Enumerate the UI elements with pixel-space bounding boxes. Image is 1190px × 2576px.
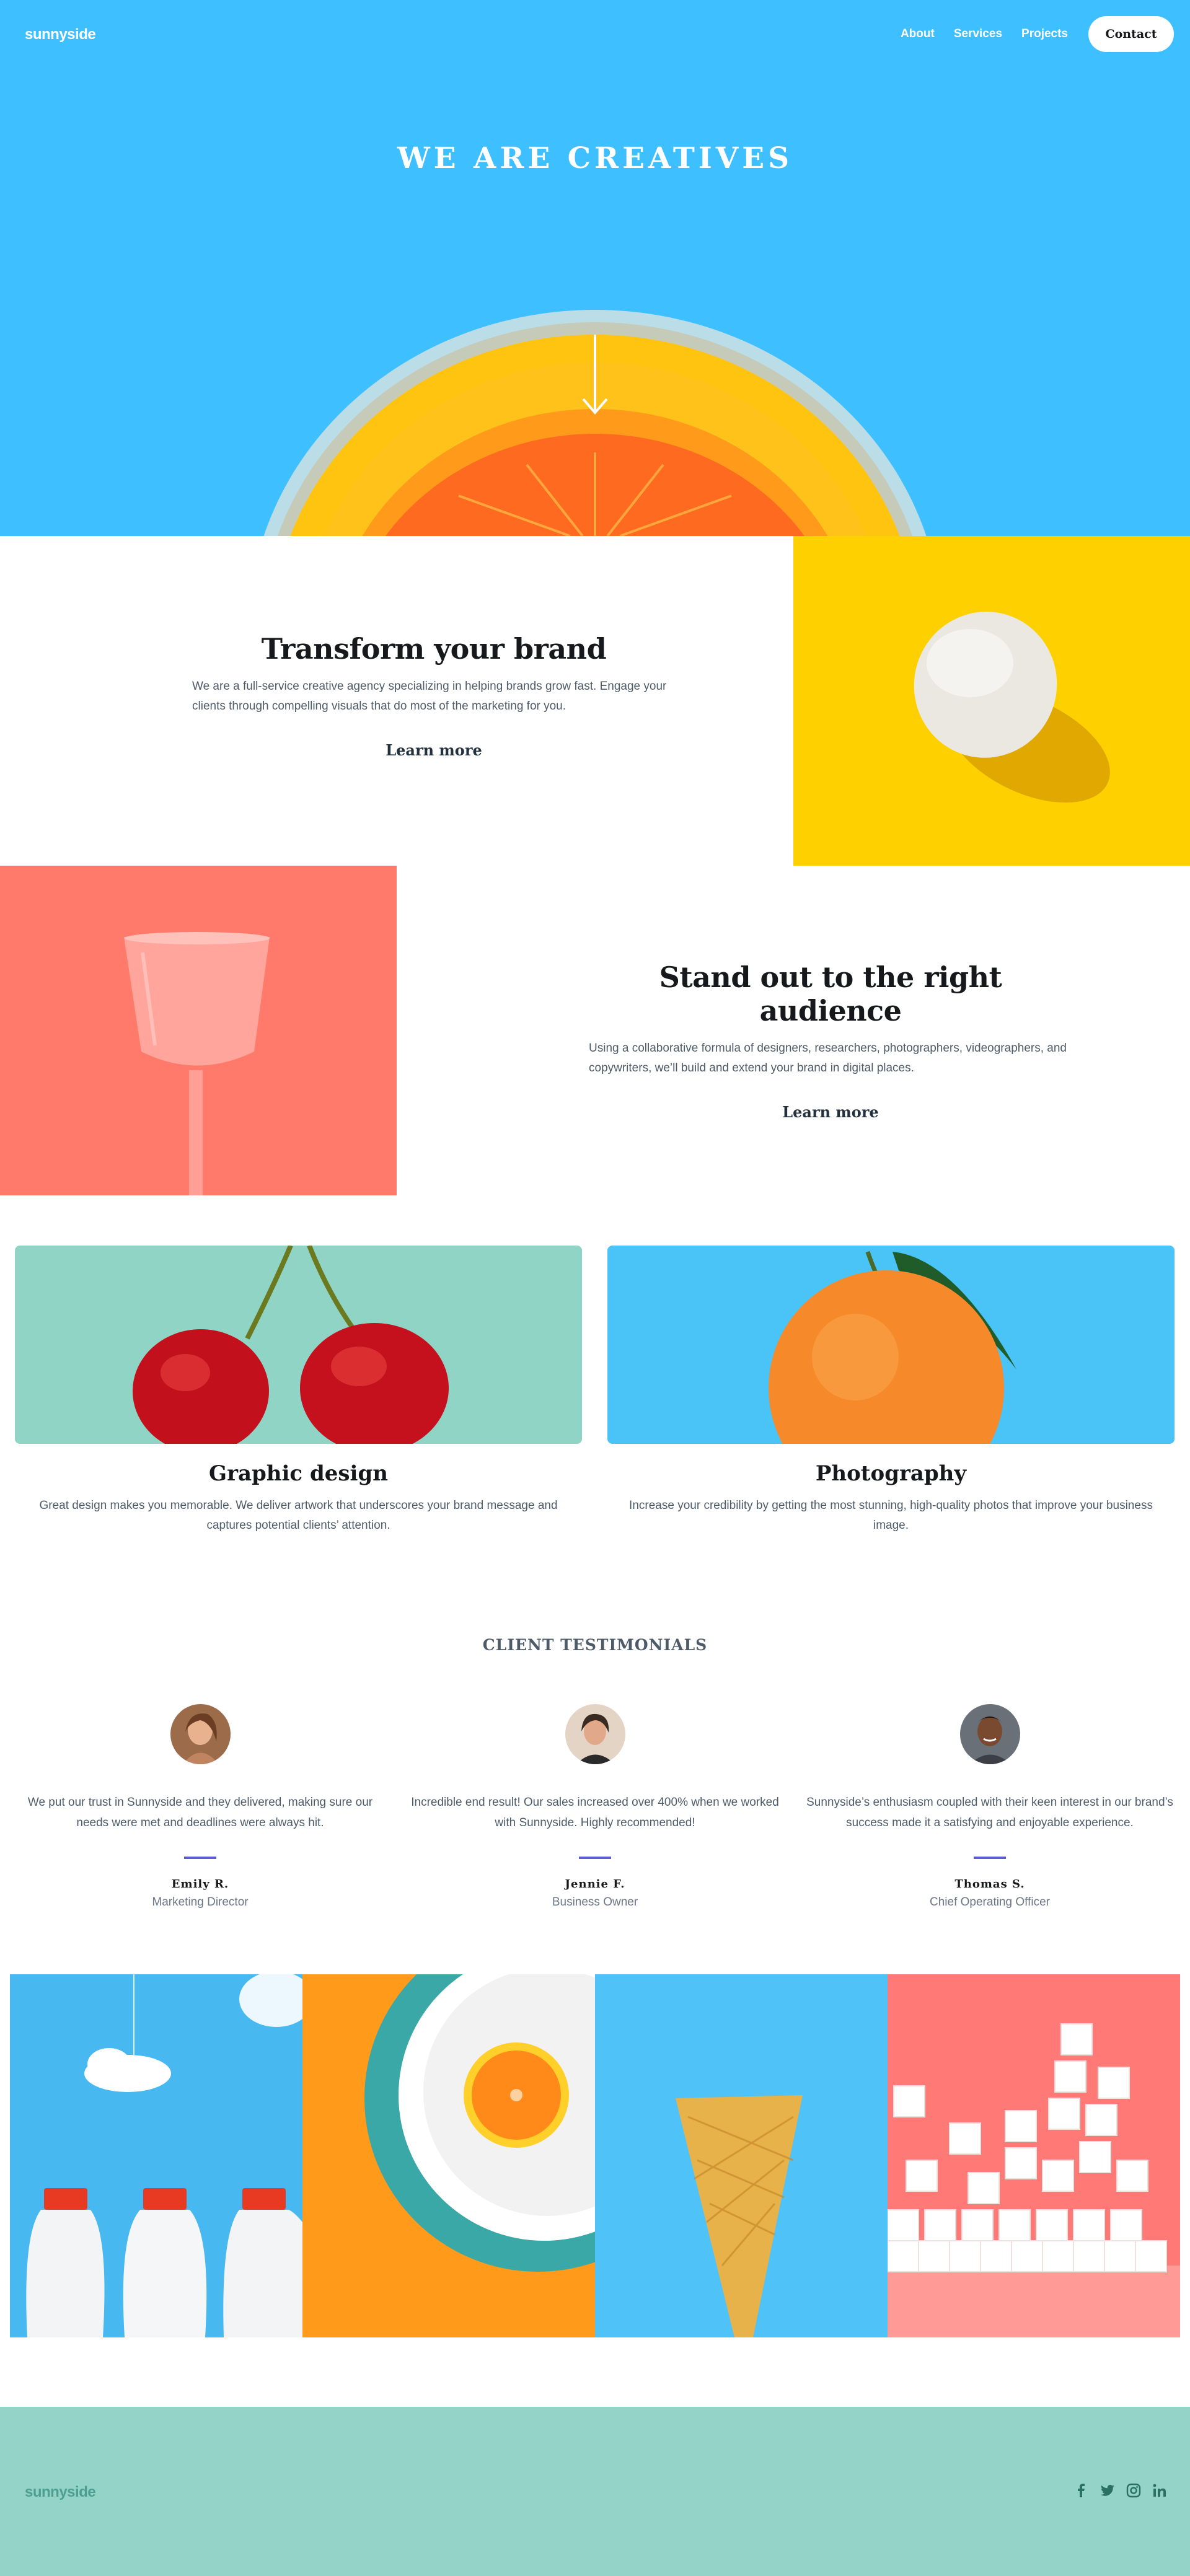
twitter-icon[interactable] <box>1100 2482 1116 2499</box>
testimonial-role: Business Owner <box>552 1896 638 1909</box>
photography-text: Increase your credibility by getting the… <box>629 1499 1153 1532</box>
orange-image <box>607 1246 1175 1444</box>
transform-title: Transform your brand <box>261 632 607 666</box>
divider <box>184 1857 216 1859</box>
photography-title: Photography <box>815 1461 967 1486</box>
graphic-design-title: Graphic design <box>209 1461 388 1486</box>
testimonials-heading: CLIENT TESTIMONIALS <box>482 1636 708 1654</box>
standout-learn-more-link[interactable]: Learn more <box>782 1103 878 1121</box>
facebook-icon[interactable] <box>1073 2482 1090 2499</box>
footer-logo[interactable]: sunnyside <box>25 2484 96 2501</box>
nav-projects-link[interactable]: Projects <box>1021 27 1068 41</box>
gallery-orange-plate-image <box>302 1974 595 2337</box>
instagram-icon[interactable] <box>1126 2482 1142 2499</box>
testimonial-quote: Sunnyside’s enthusiasm coupled with thei… <box>806 1796 1173 1829</box>
cherries-image <box>15 1246 582 1444</box>
graphic-design-text: Great design makes you memorable. We del… <box>39 1499 558 1532</box>
testimonial-name: Emily R. <box>171 1878 229 1891</box>
testimonial-name: Thomas S. <box>954 1878 1025 1891</box>
hero-title: WE ARE CREATIVES <box>397 141 793 175</box>
image-gallery <box>10 1974 1180 2337</box>
egg-image <box>793 536 1190 866</box>
linkedin-icon[interactable] <box>1152 2482 1168 2499</box>
avatar <box>170 1704 231 1764</box>
transform-learn-more-link[interactable]: Learn more <box>386 741 482 759</box>
glass-image <box>0 866 397 1195</box>
testimonial-card: We put our trust in Sunnyside and they d… <box>14 1704 386 1909</box>
testimonial-quote: We put our trust in Sunnyside and they d… <box>27 1796 373 1829</box>
testimonial-name: Jennie F. <box>565 1878 625 1891</box>
logo[interactable]: sunnyside <box>25 26 96 43</box>
testimonial-card: Incredible end result! Our sales increas… <box>409 1704 781 1909</box>
standout-title: Stand out to the right audience <box>659 961 1002 1027</box>
transform-section: Transform your brand We are a full-servi… <box>192 632 676 759</box>
contact-button[interactable]: Contact <box>1088 16 1174 52</box>
hero-section: sunnyside About Services Projects Contac… <box>0 0 1190 536</box>
divider <box>579 1857 611 1859</box>
testimonial-role: Marketing Director <box>152 1896 249 1909</box>
divider <box>974 1857 1006 1859</box>
gallery-sugar-cubes-image <box>888 1974 1180 2337</box>
main-nav: About Services Projects Contact <box>901 16 1174 52</box>
standout-section: Stand out to the right audience Using a … <box>589 961 1072 1121</box>
footer: sunnyside <box>0 2407 1190 2576</box>
nav-about-link[interactable]: About <box>901 27 935 41</box>
arrow-down-icon[interactable] <box>580 335 610 415</box>
avatar <box>959 1704 1020 1764</box>
transform-text: We are a full-service creative agency sp… <box>192 680 667 713</box>
standout-text: Using a collaborative formula of designe… <box>589 1042 1067 1075</box>
gallery-milk-bottles-image <box>10 1974 302 2337</box>
testimonial-role: Chief Operating Officer <box>930 1896 1050 1909</box>
avatar <box>565 1704 625 1764</box>
nav-services-link[interactable]: Services <box>954 27 1002 41</box>
testimonial-quote: Incredible end result! Our sales increas… <box>411 1796 779 1829</box>
gallery-ice-cream-cone-image <box>595 1974 888 2337</box>
testimonial-card: Sunnyside’s enthusiasm coupled with thei… <box>804 1704 1176 1909</box>
social-links <box>1064 2482 1168 2499</box>
